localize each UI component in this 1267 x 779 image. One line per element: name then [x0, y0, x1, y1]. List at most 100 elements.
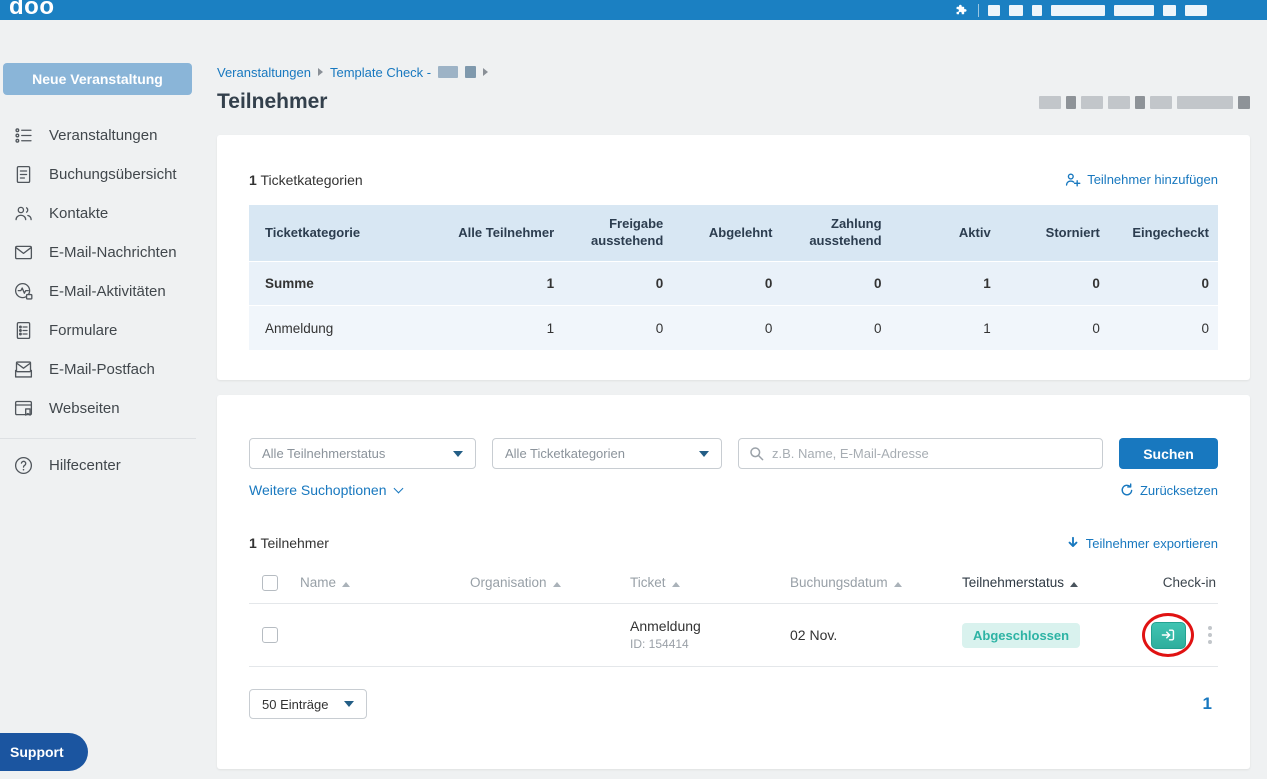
reset-link[interactable]: Zurücksetzen: [1120, 483, 1218, 498]
cell: 0: [764, 320, 773, 336]
chevron-down-icon: [393, 483, 403, 493]
reset-icon: [1121, 483, 1133, 496]
redacted-block: [1114, 4, 1154, 16]
cell: 0: [874, 276, 882, 291]
sidebar-item-label: E-Mail-Postfach: [49, 361, 155, 378]
sidebar-item-veranstaltungen[interactable]: Veranstaltungen: [0, 116, 196, 155]
redacted-block: [1135, 95, 1145, 109]
topbar-actions: [954, 0, 1207, 20]
column-header: Aktiv: [958, 224, 991, 240]
sidebar-item-email-postfach[interactable]: E-Mail-Postfach: [0, 350, 196, 389]
chevron-down-icon: [453, 450, 463, 457]
cell: 1: [983, 320, 991, 336]
export-participants-link[interactable]: Teilnehmer exportieren: [1066, 536, 1218, 551]
redacted-block: [1163, 4, 1176, 16]
sidebar-item-webseiten[interactable]: Webseiten: [0, 389, 196, 428]
export-label: Teilnehmer exportieren: [1085, 535, 1218, 551]
checkin-wrap: [1142, 613, 1194, 657]
participant-ticket-cell: Anmeldung ID: 154414: [623, 617, 783, 652]
participant-status-cell: Abgeschlossen: [955, 622, 1122, 648]
add-participant-label: Teilnehmer hinzufügen: [1087, 172, 1218, 187]
search-button[interactable]: Suchen: [1119, 438, 1218, 469]
redacted-block: [1032, 4, 1042, 16]
search-input[interactable]: [738, 438, 1103, 469]
redacted-block: [988, 4, 1000, 16]
more-search-options-link[interactable]: Weitere Suchoptionen: [249, 482, 403, 498]
dropdown-value: Alle Ticketkategorien: [505, 446, 625, 461]
categories-table-header: Ticketkategorie Alle Teilnehmer Freigabe…: [249, 205, 1218, 262]
column-header-ticket[interactable]: Ticket: [623, 575, 783, 590]
page-title: Teilnehmer: [217, 90, 328, 113]
sidebar-item-formulare[interactable]: Formulare: [0, 311, 196, 350]
participants-table: Name Organisation Ticket Buchungsdatum T…: [249, 562, 1218, 667]
chevron-down-icon: [699, 450, 709, 457]
sidebar-item-email-aktivitaeten[interactable]: E-Mail-Aktivitäten: [0, 272, 196, 311]
sidebar-item-label: Kontakte: [49, 205, 109, 222]
row-menu-button[interactable]: [1204, 622, 1216, 648]
sidebar-item-hilfecenter[interactable]: Hilfecenter: [0, 446, 196, 485]
row-checkbox[interactable]: [262, 627, 278, 643]
mail-icon: [14, 245, 33, 260]
sidebar-item-buchungsuebersicht[interactable]: Buchungsübersicht: [0, 155, 196, 194]
redacted-block: [1081, 95, 1103, 109]
participant-status-dropdown[interactable]: Alle Teilnehmerstatus: [249, 438, 476, 469]
contacts-icon: [15, 206, 32, 221]
redacted-block: [1051, 4, 1105, 16]
column-header-name[interactable]: Name: [293, 575, 463, 590]
mail-activity-icon: [14, 282, 33, 300]
breadcrumb-event-link[interactable]: Template Check -: [330, 65, 431, 80]
ticket-categories-header: 1 Ticketkategorien Teilnehmer hinzufügen: [249, 171, 1218, 188]
cell: 1: [546, 320, 555, 336]
header-redactions: [1039, 95, 1250, 109]
table-footer: 50 Einträge 1: [249, 689, 1218, 719]
redacted-block: [1108, 95, 1130, 109]
puzzle-icon[interactable]: [954, 3, 969, 18]
redacted-block: [1150, 95, 1172, 109]
website-icon: [14, 400, 33, 416]
participants-count-number: 1: [249, 535, 257, 551]
checkin-button[interactable]: [1150, 621, 1186, 649]
help-icon: [14, 456, 33, 475]
page-number[interactable]: 1: [1203, 694, 1212, 714]
select-all-checkbox[interactable]: [262, 574, 278, 591]
add-person-icon: [1066, 173, 1081, 187]
redacted-block: [1009, 4, 1023, 16]
page-size-dropdown[interactable]: 50 Einträge: [249, 689, 367, 719]
ticket-category-dropdown[interactable]: Alle Ticketkategorien: [492, 438, 722, 469]
app-logo[interactable]: doo: [9, 0, 54, 20]
ticket-categories-card: 1 Ticketkategorien Teilnehmer hinzufügen…: [217, 135, 1250, 380]
column-header-teilnehmerstatus[interactable]: Teilnehmerstatus: [955, 575, 1122, 590]
breadcrumb-events-link[interactable]: Veranstaltungen: [217, 65, 311, 80]
status-badge: Abgeschlossen: [962, 622, 1081, 648]
cell: 1: [546, 276, 555, 291]
add-participant-link[interactable]: Teilnehmer hinzufügen: [1064, 171, 1218, 188]
ticket-categories-table: Ticketkategorie Alle Teilnehmer Freigabe…: [249, 205, 1218, 350]
redacted-block: [1066, 95, 1076, 109]
column-header-buchungsdatum[interactable]: Buchungsdatum: [783, 575, 955, 590]
chevron-down-icon: [344, 701, 354, 707]
sort-asc-icon: [893, 582, 902, 587]
cell: 0: [1092, 276, 1100, 291]
cell: 0: [655, 276, 664, 291]
topbar: doo: [0, 0, 1267, 20]
redacted-block: [1238, 95, 1250, 109]
dropdown-value: Alle Teilnehmerstatus: [262, 446, 386, 461]
new-event-button[interactable]: Neue Veranstaltung: [3, 63, 192, 95]
cell: 0: [655, 320, 664, 336]
ticket-id: ID: 154414: [630, 637, 689, 652]
breadcrumb: Veranstaltungen Template Check -: [217, 64, 1250, 80]
support-button[interactable]: Support: [0, 733, 88, 771]
breadcrumb-arrow-icon: [317, 68, 323, 76]
sort-asc-icon: [342, 582, 351, 587]
forms-icon: [16, 321, 31, 340]
sidebar: Neue Veranstaltung Veranstaltungen Buchu…: [0, 20, 196, 779]
categories-count-number: 1: [249, 171, 257, 188]
filter-row-2: Weitere Suchoptionen Zurücksetzen: [249, 482, 1218, 498]
ticket-name: Anmeldung: [630, 618, 701, 635]
sidebar-item-email-nachrichten[interactable]: E-Mail-Nachrichten: [0, 233, 196, 272]
redacted-block: [1177, 95, 1233, 109]
table-row-anmeldung: Anmeldung 1 0 0 0 1 0 0: [249, 306, 1218, 350]
column-header-organisation[interactable]: Organisation: [463, 575, 623, 590]
sidebar-item-kontakte[interactable]: Kontakte: [0, 194, 196, 233]
sort-asc-icon: [671, 582, 680, 587]
